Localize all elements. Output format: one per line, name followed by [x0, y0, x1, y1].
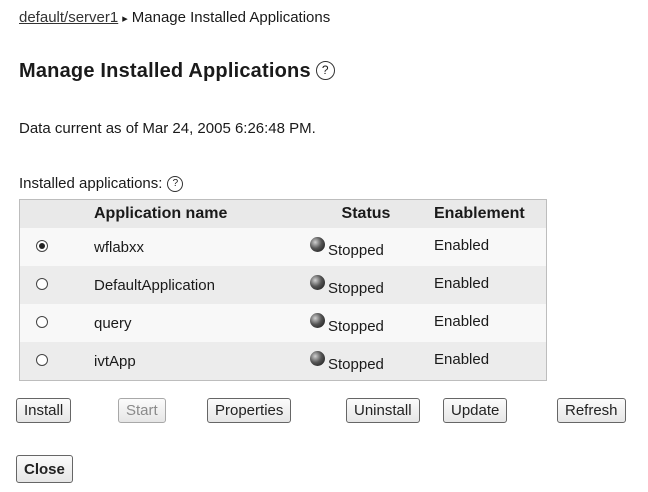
select-column-header	[19, 199, 88, 228]
status-cell: Stopped	[304, 228, 428, 266]
update-button[interactable]: Update	[443, 398, 508, 423]
installed-applications-label: Installed applications:?	[19, 175, 184, 193]
close-button[interactable]: Close	[16, 455, 73, 483]
enablement-text: Enabled	[434, 350, 490, 368]
application-name-cell: DefaultApplication	[88, 266, 304, 304]
enablement-cell: Enabled	[428, 228, 547, 266]
stopped-status-icon	[310, 312, 325, 328]
status-cell: Stopped	[304, 304, 428, 342]
row-select-cell	[19, 266, 88, 304]
uninstall-button[interactable]: Uninstall	[346, 398, 420, 423]
table-row: query Stopped Enabled	[19, 304, 547, 342]
row-radio-button[interactable]	[36, 353, 48, 366]
application-name-cell: query	[88, 304, 304, 342]
start-button[interactable]: Start	[118, 398, 166, 423]
status-cell: Stopped	[304, 342, 428, 381]
row-radio-button[interactable]	[36, 239, 48, 252]
breadcrumb-current: Manage Installed Applications	[131, 9, 331, 26]
stopped-status-icon	[310, 236, 325, 252]
page-title-text: Manage Installed Applications	[19, 60, 311, 82]
status-header: Status	[304, 199, 428, 228]
table-row: wflabxx Stopped Enabled	[19, 228, 547, 266]
table-row: DefaultApplication Stopped Enabled	[19, 266, 547, 304]
application-name-header: Application name	[88, 199, 304, 228]
enablement-text: Enabled	[434, 312, 490, 330]
installed-applications-text: Installed applications:	[19, 175, 163, 192]
enablement-cell: Enabled	[428, 266, 547, 304]
install-button[interactable]: Install	[16, 398, 72, 423]
stopped-status-icon	[310, 350, 325, 366]
table-header-row: Application name Status Enablement	[19, 199, 547, 228]
data-current-timestamp: Data current as of Mar 24, 2005 6:26:48 …	[19, 120, 316, 137]
page-title: Manage Installed Applications?	[19, 60, 335, 83]
installed-applications-table: Application name Status Enablement wflab…	[19, 199, 547, 381]
breadcrumb: default/server1 ▸ Manage Installed Applica…	[19, 9, 330, 26]
status-text: Stopped	[328, 355, 384, 373]
application-name-cell: ivtApp	[88, 342, 304, 381]
enablement-text: Enabled	[434, 274, 490, 292]
help-icon[interactable]: ?	[167, 176, 184, 193]
status-text: Stopped	[328, 241, 384, 259]
row-select-cell	[19, 304, 88, 342]
breadcrumb-link-server[interactable]: default/server1	[19, 9, 118, 26]
stopped-status-icon	[310, 274, 325, 290]
status-text: Stopped	[328, 317, 384, 335]
row-radio-button[interactable]	[36, 277, 48, 290]
enablement-cell: Enabled	[428, 304, 547, 342]
properties-button[interactable]: Properties	[207, 398, 292, 423]
status-cell: Stopped	[304, 266, 428, 304]
row-select-cell	[19, 342, 88, 381]
row-radio-button[interactable]	[36, 315, 48, 328]
status-text: Stopped	[328, 279, 384, 297]
enablement-header: Enablement	[428, 199, 547, 228]
row-select-cell	[19, 228, 88, 266]
help-icon[interactable]: ?	[315, 60, 335, 80]
enablement-cell: Enabled	[428, 342, 547, 381]
application-name-cell: wflabxx	[88, 228, 304, 266]
enablement-text: Enabled	[434, 236, 490, 254]
table-row: ivtApp Stopped Enabled	[19, 342, 547, 381]
breadcrumb-separator: ▸	[122, 13, 128, 25]
refresh-button[interactable]: Refresh	[557, 398, 626, 423]
